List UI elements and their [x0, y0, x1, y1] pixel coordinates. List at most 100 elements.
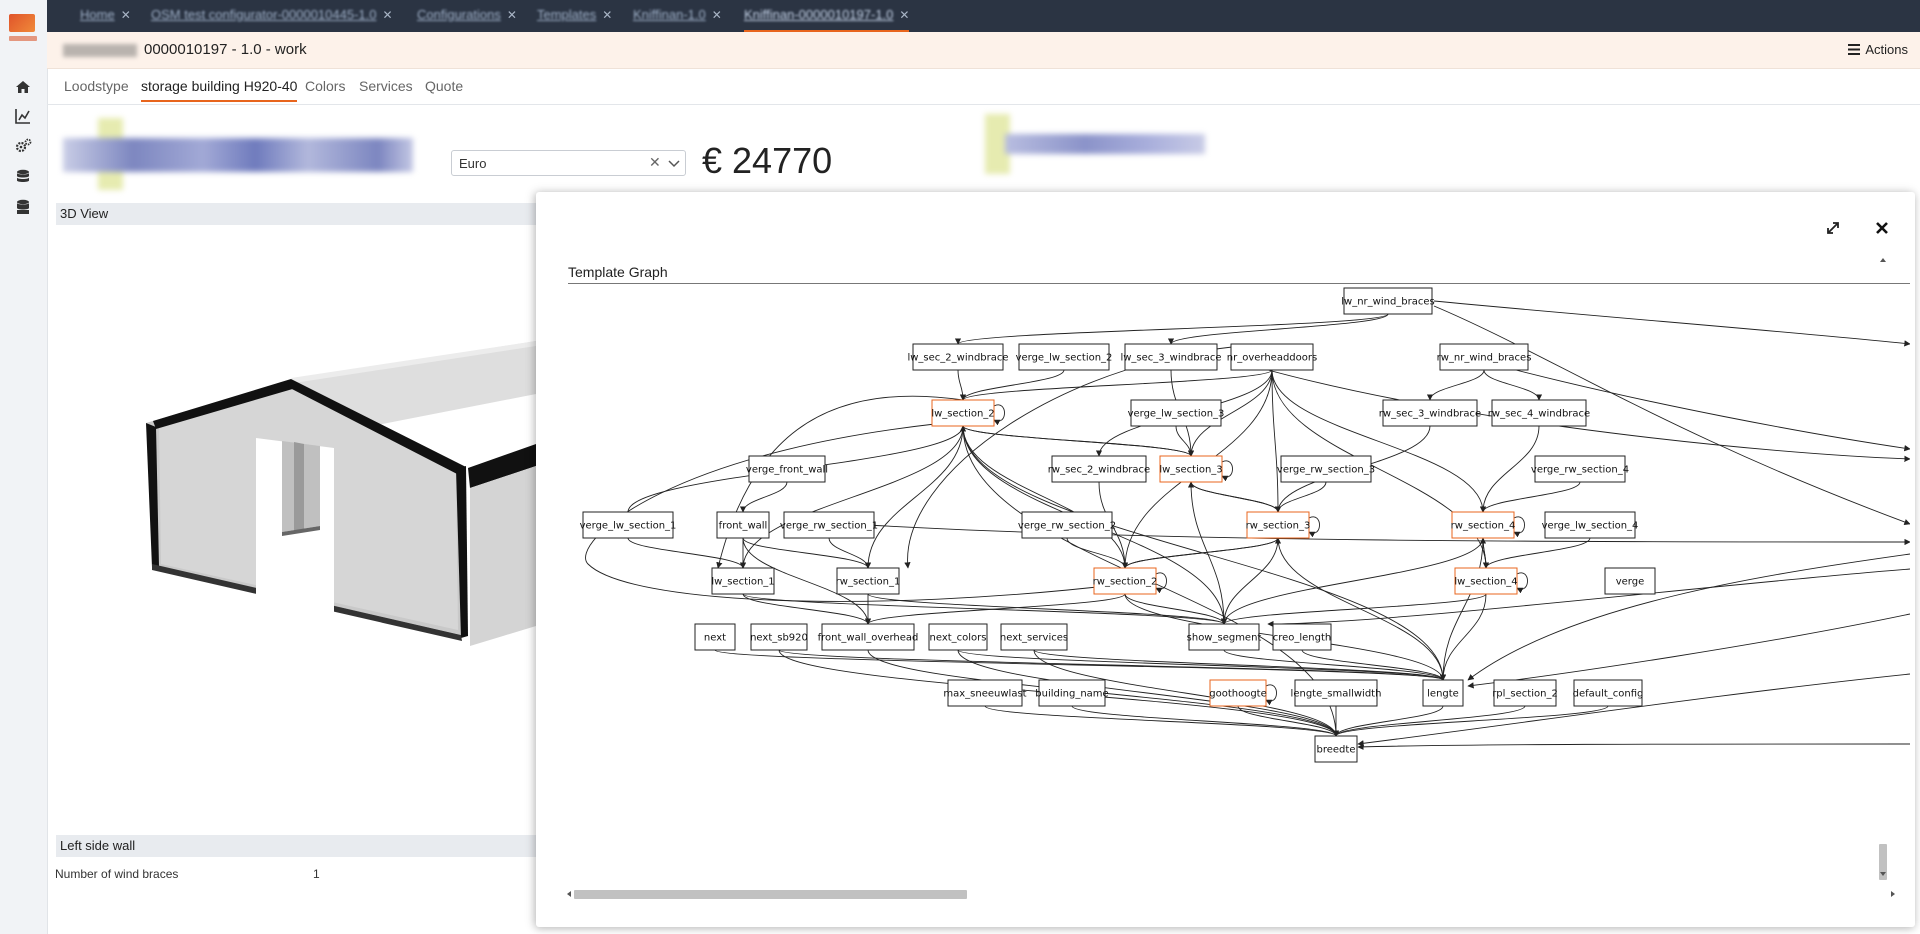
graph-node-verge-rw-section-2[interactable]: verge_rw_section_2: [1018, 511, 1116, 539]
section-header-left-side-wall: Left side wall: [56, 835, 536, 857]
tab-loodstype[interactable]: Loodstype: [64, 78, 129, 94]
graph-node-next-sb920[interactable]: next_sb920: [750, 623, 808, 651]
graph-node-front-wall-overhead[interactable]: front_wall_overhead: [818, 623, 919, 651]
graph-node-lw-section-4[interactable]: lw_section_4: [1454, 567, 1518, 595]
graph-edge: [1483, 369, 1543, 401]
graph-node-lw-sec-3-windbrace[interactable]: lw_sec_3_windbrace: [1120, 343, 1222, 371]
graph-node-rw-section-4[interactable]: rw_section_4: [1451, 511, 1516, 539]
graph-node-label: nr_overheaddoors: [1227, 353, 1317, 364]
graph-node-lengte-smallwidth[interactable]: lengte_smallwidth: [1291, 679, 1382, 707]
graph-edge: [742, 593, 1227, 625]
tab-configurator[interactable]: OSM test configurator-0000010445-1.0 ✕: [151, 0, 393, 32]
tab-configurations[interactable]: Configurations ✕: [417, 0, 517, 32]
graph-self-loop: [1221, 460, 1233, 482]
graph-edge: [1220, 537, 1484, 625]
tab-storage-building[interactable]: storage building H920-40: [141, 78, 298, 102]
graph-node-rw-sec-3-windbrace[interactable]: rw_sec_3_windbrace: [1379, 399, 1481, 427]
graph-node-label: lengte: [1427, 689, 1459, 700]
graph-node-creo-length[interactable]: creo_length: [1272, 623, 1332, 651]
vertical-scrollbar[interactable]: [1876, 253, 1890, 881]
graph-node-rw-section-3[interactable]: rw_section_3: [1246, 511, 1311, 539]
graph-node-rw-section-1[interactable]: rw_section_1: [836, 567, 901, 595]
graph-edge: [1267, 568, 1910, 628]
graph-node-lengte[interactable]: lengte: [1422, 679, 1464, 707]
graph-node-lw-section-3[interactable]: lw_section_3: [1159, 455, 1223, 483]
graph-node-label: lw_sec_2_windbrace: [907, 353, 1008, 364]
gears-icon[interactable]: [12, 135, 34, 157]
graph-node-verge-rw-section-4[interactable]: verge_rw_section_4: [1531, 455, 1629, 483]
chart-icon[interactable]: [12, 105, 34, 127]
graph-node-verge-rw-section-1[interactable]: verge_rw_section_1: [780, 511, 878, 539]
graph-canvas[interactable]: lw_nr_wind_braces lw_sec_2_windbrace verge…: [568, 283, 1910, 876]
graph-node-verge-partial[interactable]: verge: [1604, 567, 1656, 595]
graph-node-label: verge_lw_section_1: [580, 521, 677, 532]
graph-node-verge-lw-section-4[interactable]: verge_lw_section_4: [1542, 511, 1639, 539]
archive-icon[interactable]: [12, 196, 34, 218]
graph-node-next-colors[interactable]: next_colors: [928, 623, 988, 651]
clear-icon[interactable]: ✕: [649, 154, 661, 171]
graph-edge: [1274, 481, 1327, 513]
close-icon[interactable]: ✕: [899, 8, 909, 22]
graph-node-lw-section-1[interactable]: lw_section_1: [711, 567, 775, 595]
close-icon[interactable]: ✕: [507, 8, 517, 22]
close-icon[interactable]: ✕: [712, 8, 722, 22]
database-icon[interactable]: [12, 166, 34, 188]
graph-node-label: building_name: [1035, 689, 1108, 700]
tab-colors[interactable]: Colors: [305, 78, 345, 94]
graph-node-max-sneeuwlast[interactable]: max_sneeuwlast: [943, 679, 1027, 707]
graph-node-label: creo_length: [1273, 633, 1332, 644]
graph-node-rpl-section-2[interactable]: rpl_section_2: [1492, 679, 1558, 707]
graph-node-building-name[interactable]: building_name: [1035, 679, 1109, 707]
currency-select[interactable]: Euro ✕: [451, 150, 686, 176]
graph-node-rw-sec-2-windbrace[interactable]: rw_sec_2_windbrace: [1048, 455, 1150, 483]
graph-edge: [1479, 481, 1581, 513]
tab-quote[interactable]: Quote: [425, 78, 463, 94]
actions-button[interactable]: Actions: [1848, 42, 1908, 57]
graph-node-label: lengte_smallwidth: [1291, 689, 1382, 700]
graph-node-show-segment[interactable]: show_segment: [1187, 623, 1262, 651]
graph-self-loop: [1513, 516, 1525, 538]
graph-node-label: verge_rw_section_4: [1531, 465, 1629, 476]
graph-node-lw-sec-2-windbrace[interactable]: lw_sec_2_windbrace: [907, 343, 1009, 371]
tab-configuration-active[interactable]: Kniffinan-0000010197-1.0 ✕: [744, 0, 910, 32]
tab-template-item[interactable]: Kniffinan-1.0 ✕: [633, 0, 722, 32]
graph-node-rw-section-2[interactable]: rw_section_2: [1093, 567, 1158, 595]
horizontal-scrollbar[interactable]: [562, 887, 1900, 901]
graph-node-goothoogte[interactable]: goothoogte: [1209, 679, 1267, 707]
chevron-down-icon[interactable]: [668, 156, 680, 174]
graph-node-label: rw_section_2: [1093, 577, 1158, 588]
close-icon[interactable]: ✕: [382, 8, 392, 22]
close-icon[interactable]: [1872, 218, 1892, 238]
graph-node-label: verge_lw_section_4: [1542, 521, 1639, 532]
graph-edge: [1426, 369, 1485, 401]
graph-node-verge-lw-section-1[interactable]: verge_lw_section_1: [580, 511, 677, 539]
graph-node-default-config[interactable]: default_config: [1573, 679, 1644, 707]
graph-node-label: rw_sec_2_windbrace: [1048, 465, 1150, 476]
graph-node-lw-section-2[interactable]: lw_section_2: [931, 399, 995, 427]
tab-templates[interactable]: Templates ✕: [537, 0, 612, 32]
graph-edge: [1332, 705, 1609, 737]
graph-node-verge-lw-section-2[interactable]: verge_lw_section_2: [1016, 343, 1113, 371]
3d-view-canvas[interactable]: [56, 226, 536, 831]
graph-node-verge-front-wall[interactable]: verge_front_wall: [746, 455, 828, 483]
graph-node-next[interactable]: next: [694, 623, 736, 651]
graph-node-lw-nr-wind-braces[interactable]: lw_nr_wind_braces: [1341, 287, 1435, 315]
graph-node-rw-nr-wind-braces[interactable]: rw_nr_wind_braces: [1437, 343, 1532, 371]
close-icon[interactable]: ✕: [121, 8, 131, 22]
tab-home[interactable]: Home ✕: [80, 0, 131, 32]
graph-node-front-wall[interactable]: front_wall: [716, 511, 770, 539]
app-logo[interactable]: [9, 14, 37, 44]
graph-node-rw-sec-4-windbrace[interactable]: rw_sec_4_windbrace: [1488, 399, 1590, 427]
graph-node-next-services[interactable]: next_services: [1000, 623, 1068, 651]
graph-node-verge-lw-section-3[interactable]: verge_lw_section_3: [1128, 399, 1225, 427]
tab-services[interactable]: Services: [359, 78, 413, 94]
close-icon[interactable]: ✕: [602, 8, 612, 22]
graph-node-breedte[interactable]: breedte: [1314, 735, 1358, 763]
graph-node-label: rw_section_1: [836, 577, 901, 588]
menu-icon: [1848, 44, 1861, 55]
graph-node-nr-overheaddoors[interactable]: nr_overheaddoors: [1227, 343, 1317, 371]
graph-node-verge-rw-section-3[interactable]: verge_rw_section_3: [1277, 455, 1375, 483]
wind-braces-value[interactable]: 1: [313, 867, 320, 881]
home-icon[interactable]: [12, 76, 34, 98]
expand-icon[interactable]: [1823, 218, 1843, 238]
